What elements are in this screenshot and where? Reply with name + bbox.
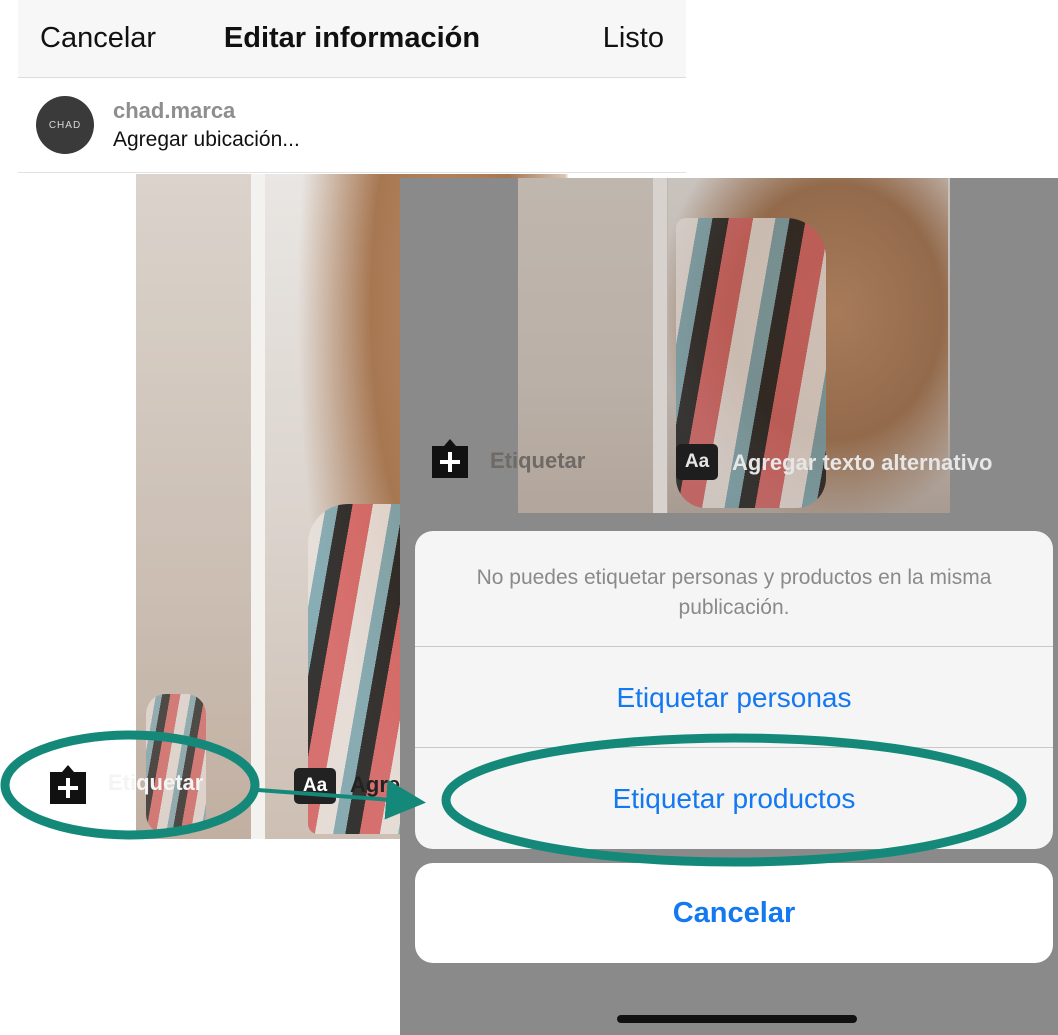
user-row: CHAD chad.marca Agregar ubicación... [18,78,686,173]
page-title: Editar información [223,22,481,54]
tag-products-option[interactable]: Etiquetar productos [415,749,1053,849]
username: chad.marca [113,98,236,123]
action-sheet: No puedes etiquetar personas y productos… [415,531,1053,849]
tag-button-label[interactable]: Etiquetar [490,448,585,474]
add-location-link[interactable]: Agregar ubicación... [113,128,300,152]
nav-bar: Cancelar Editar información Listo [18,0,686,78]
home-indicator [617,1015,857,1023]
alt-text-label[interactable]: Agregar texto alternativo [732,450,992,476]
avatar: CHAD [36,96,94,154]
action-sheet-message: No puedes etiquetar personas y productos… [415,531,1053,647]
plus-tag-icon[interactable] [46,762,90,806]
alt-text-label[interactable]: Agre [350,772,400,798]
alt-text-badge-icon: Aa [676,444,718,480]
done-button[interactable]: Listo [603,22,664,55]
action-sheet-cancel-button[interactable]: Cancelar [415,863,1053,963]
plus-tag-icon[interactable] [428,436,472,480]
action-sheet-screen: Etiquetar Aa Agregar texto alternativo N… [400,178,1058,1035]
tag-people-option[interactable]: Etiquetar personas [415,648,1053,748]
alt-text-badge-icon: Aa [294,768,336,804]
tag-button-label[interactable]: Etiquetar [108,770,203,796]
